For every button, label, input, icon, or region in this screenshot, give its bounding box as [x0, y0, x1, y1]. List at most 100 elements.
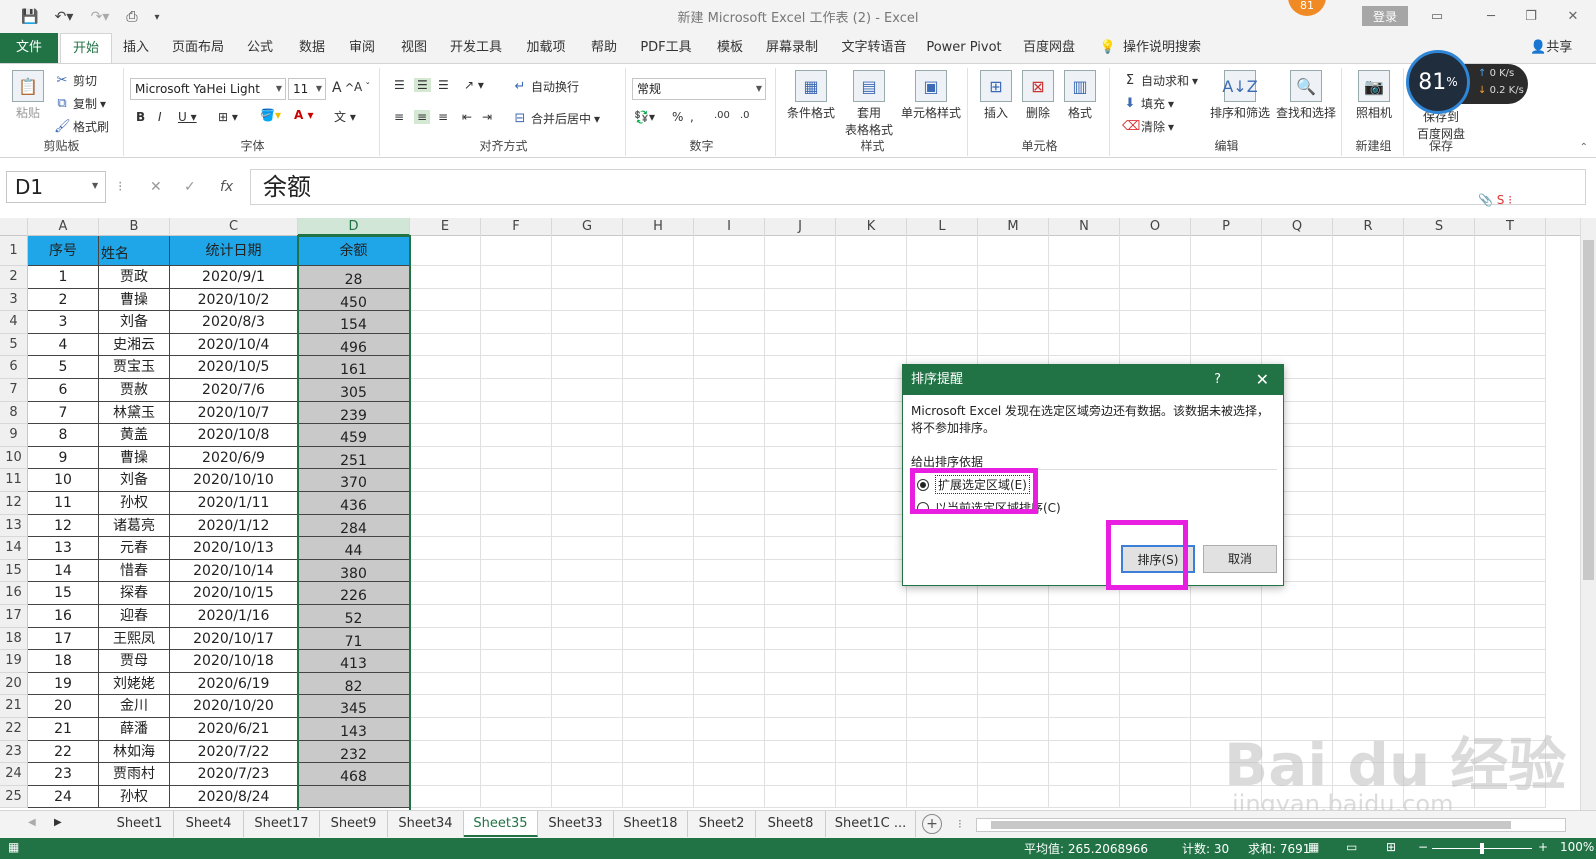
empty-cell[interactable]	[836, 537, 907, 560]
minimize-icon[interactable]: ─	[1476, 5, 1506, 27]
empty-cell[interactable]	[907, 333, 978, 357]
table-cell[interactable]: 7	[28, 401, 99, 425]
empty-cell[interactable]	[1333, 424, 1404, 447]
empty-cell[interactable]	[765, 333, 836, 357]
empty-cell[interactable]	[765, 469, 836, 492]
empty-cell[interactable]	[1191, 672, 1262, 696]
empty-cell[interactable]	[410, 582, 481, 605]
empty-cell[interactable]	[481, 311, 552, 334]
empty-cell[interactable]	[836, 379, 907, 402]
table-cell[interactable]: 44	[298, 537, 410, 560]
empty-cell[interactable]	[410, 763, 481, 786]
column-header[interactable]: H	[623, 218, 694, 236]
macro-record-icon[interactable]: ▦	[8, 840, 19, 854]
column-header[interactable]: E	[410, 218, 481, 236]
table-cell[interactable]	[298, 785, 410, 809]
empty-cell[interactable]	[1049, 672, 1120, 696]
autosum-button[interactable]: Σ 自动求和 ▾	[1122, 72, 1198, 89]
empty-cell[interactable]	[1333, 627, 1404, 651]
empty-cell[interactable]	[1475, 379, 1546, 402]
empty-cell[interactable]	[1404, 650, 1475, 673]
empty-cell[interactable]	[978, 627, 1049, 651]
empty-cell[interactable]	[1475, 537, 1546, 560]
table-cell[interactable]: 2020/8/24	[170, 785, 298, 809]
empty-cell[interactable]	[410, 401, 481, 425]
table-cell[interactable]: 2020/10/10	[170, 469, 298, 492]
empty-cell[interactable]	[978, 311, 1049, 334]
empty-cell[interactable]	[836, 288, 907, 312]
empty-cell[interactable]	[978, 785, 1049, 809]
empty-cell[interactable]	[481, 537, 552, 560]
empty-cell[interactable]	[1404, 356, 1475, 379]
empty-cell[interactable]	[481, 695, 552, 718]
empty-cell[interactable]	[1475, 356, 1546, 379]
empty-cell[interactable]	[1404, 537, 1475, 560]
empty-cell[interactable]	[1475, 288, 1546, 312]
empty-cell[interactable]	[1404, 469, 1475, 492]
empty-cell[interactable]	[836, 763, 907, 786]
empty-cell[interactable]	[907, 740, 978, 764]
empty-cell[interactable]	[836, 650, 907, 673]
empty-cell[interactable]	[765, 627, 836, 651]
empty-cell[interactable]	[410, 672, 481, 696]
empty-cell[interactable]	[1049, 627, 1120, 651]
empty-cell[interactable]	[1262, 266, 1333, 289]
empty-cell[interactable]	[410, 492, 481, 515]
empty-cell[interactable]	[978, 763, 1049, 786]
empty-cell[interactable]	[1404, 333, 1475, 357]
tab-view[interactable]: 视图	[394, 33, 434, 63]
row-header[interactable]: 6	[0, 356, 28, 379]
empty-cell[interactable]	[552, 379, 623, 402]
tab-addins[interactable]: 加载项	[520, 33, 572, 63]
empty-cell[interactable]	[978, 605, 1049, 628]
empty-cell[interactable]	[836, 266, 907, 289]
table-cell[interactable]: 143	[298, 718, 410, 741]
empty-cell[interactable]	[1333, 446, 1404, 470]
table-cell[interactable]: 251	[298, 446, 410, 470]
empty-cell[interactable]	[907, 672, 978, 696]
table-cell[interactable]: 8	[28, 424, 99, 447]
empty-cell[interactable]	[836, 695, 907, 718]
table-cell[interactable]: 17	[28, 627, 99, 651]
row-header[interactable]: 5	[0, 333, 28, 357]
empty-cell[interactable]	[552, 446, 623, 470]
empty-cell[interactable]	[552, 582, 623, 605]
decrease-indent-icon[interactable]: ⇤	[462, 110, 472, 124]
empty-cell[interactable]	[552, 559, 623, 583]
empty-cell[interactable]	[978, 718, 1049, 741]
empty-cell[interactable]	[623, 582, 694, 605]
empty-cell[interactable]	[623, 288, 694, 312]
maximize-icon[interactable]: ❐	[1516, 5, 1546, 27]
empty-cell[interactable]	[623, 785, 694, 809]
table-cell[interactable]: 2020/7/6	[170, 379, 298, 402]
orientation-icon[interactable]: ↗ ▾	[464, 78, 484, 92]
row-header[interactable]: 4	[0, 311, 28, 334]
empty-cell[interactable]	[694, 514, 765, 538]
row-header[interactable]: 18	[0, 627, 28, 651]
empty-cell[interactable]	[978, 672, 1049, 696]
column-header[interactable]: F	[481, 218, 552, 236]
font-name-combo[interactable]: Microsoft YaHei Light ▼	[130, 78, 286, 100]
empty-cell[interactable]	[1333, 379, 1404, 402]
empty-cell[interactable]	[765, 718, 836, 741]
empty-cell[interactable]	[907, 288, 978, 312]
empty-cell[interactable]	[1404, 605, 1475, 628]
table-cell[interactable]: 23	[28, 763, 99, 786]
row-header[interactable]: 10	[0, 446, 28, 470]
empty-cell[interactable]	[481, 582, 552, 605]
empty-cell[interactable]	[623, 695, 694, 718]
login-button[interactable]: 登录	[1362, 6, 1408, 26]
empty-cell[interactable]	[410, 695, 481, 718]
tab-baidu-netdisk[interactable]: 百度网盘	[1018, 33, 1080, 63]
empty-cell[interactable]	[1475, 582, 1546, 605]
horizontal-scrollbar[interactable]	[976, 818, 1566, 832]
empty-cell[interactable]	[694, 469, 765, 492]
paste-button[interactable]: 📋 粘贴	[10, 70, 46, 121]
empty-cell[interactable]	[765, 672, 836, 696]
empty-cell[interactable]	[552, 469, 623, 492]
align-center-icon[interactable]: ≡	[414, 110, 431, 124]
align-middle-icon[interactable]: ☰	[414, 78, 431, 92]
empty-cell[interactable]	[1049, 605, 1120, 628]
empty-cell[interactable]	[1333, 514, 1404, 538]
table-cell[interactable]: 239	[298, 401, 410, 425]
